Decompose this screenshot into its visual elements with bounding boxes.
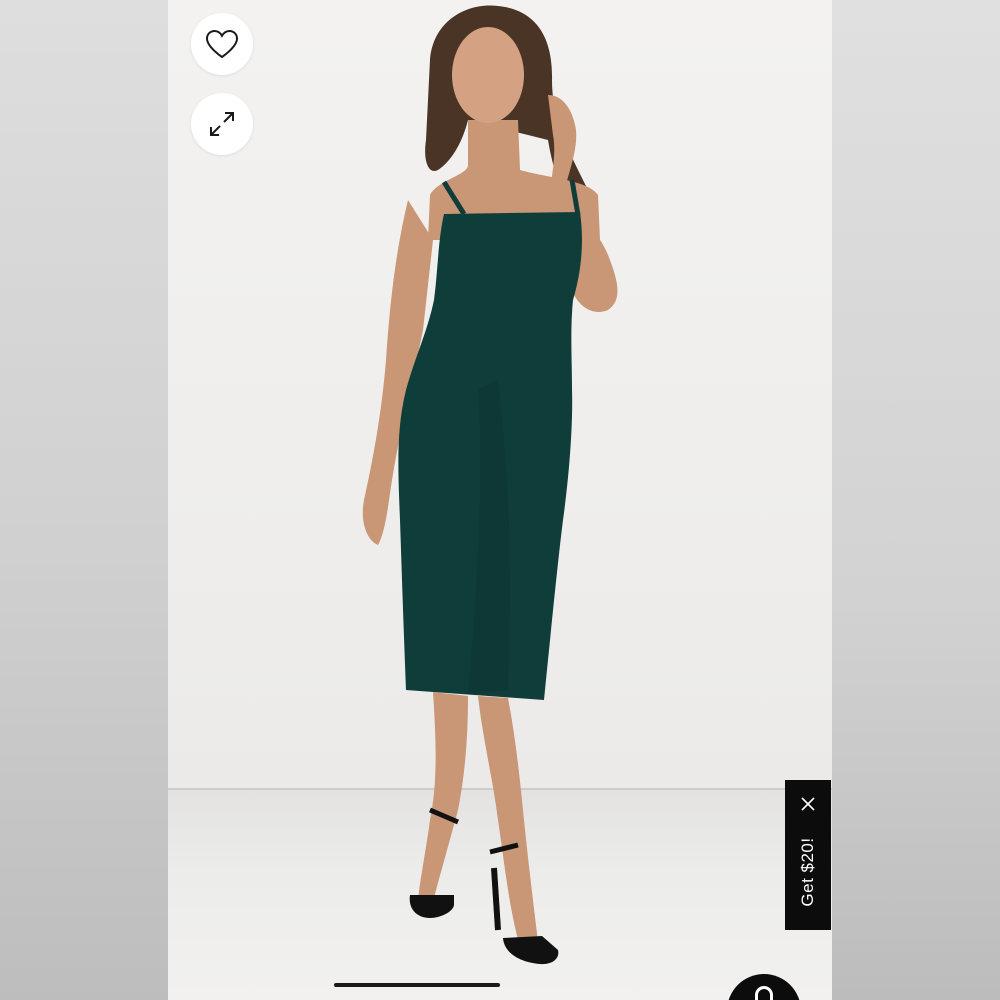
expand-image-button[interactable] xyxy=(191,93,253,155)
right-blur-panel xyxy=(832,0,1000,1000)
model-photo xyxy=(362,5,618,965)
shoe-right xyxy=(503,936,559,965)
model-leg-front xyxy=(478,696,538,942)
shoe-heel-right xyxy=(491,867,501,931)
promo-close-button[interactable] xyxy=(796,792,820,816)
home-indicator xyxy=(334,983,500,987)
promo-tab[interactable]: Get $20! xyxy=(785,780,831,930)
left-blur-panel xyxy=(0,0,168,1000)
favorite-button[interactable] xyxy=(191,13,253,75)
expand-arrows-icon xyxy=(210,112,234,136)
promo-label: Get $20! xyxy=(798,837,817,907)
chat-icon xyxy=(755,986,773,1000)
product-image-viewer[interactable]: Get $20! xyxy=(168,0,832,1000)
close-icon xyxy=(801,797,815,811)
heart-outline-icon xyxy=(205,29,239,59)
model-face xyxy=(452,27,524,123)
shoe-left xyxy=(409,895,454,918)
model-leg-back xyxy=(418,692,468,905)
